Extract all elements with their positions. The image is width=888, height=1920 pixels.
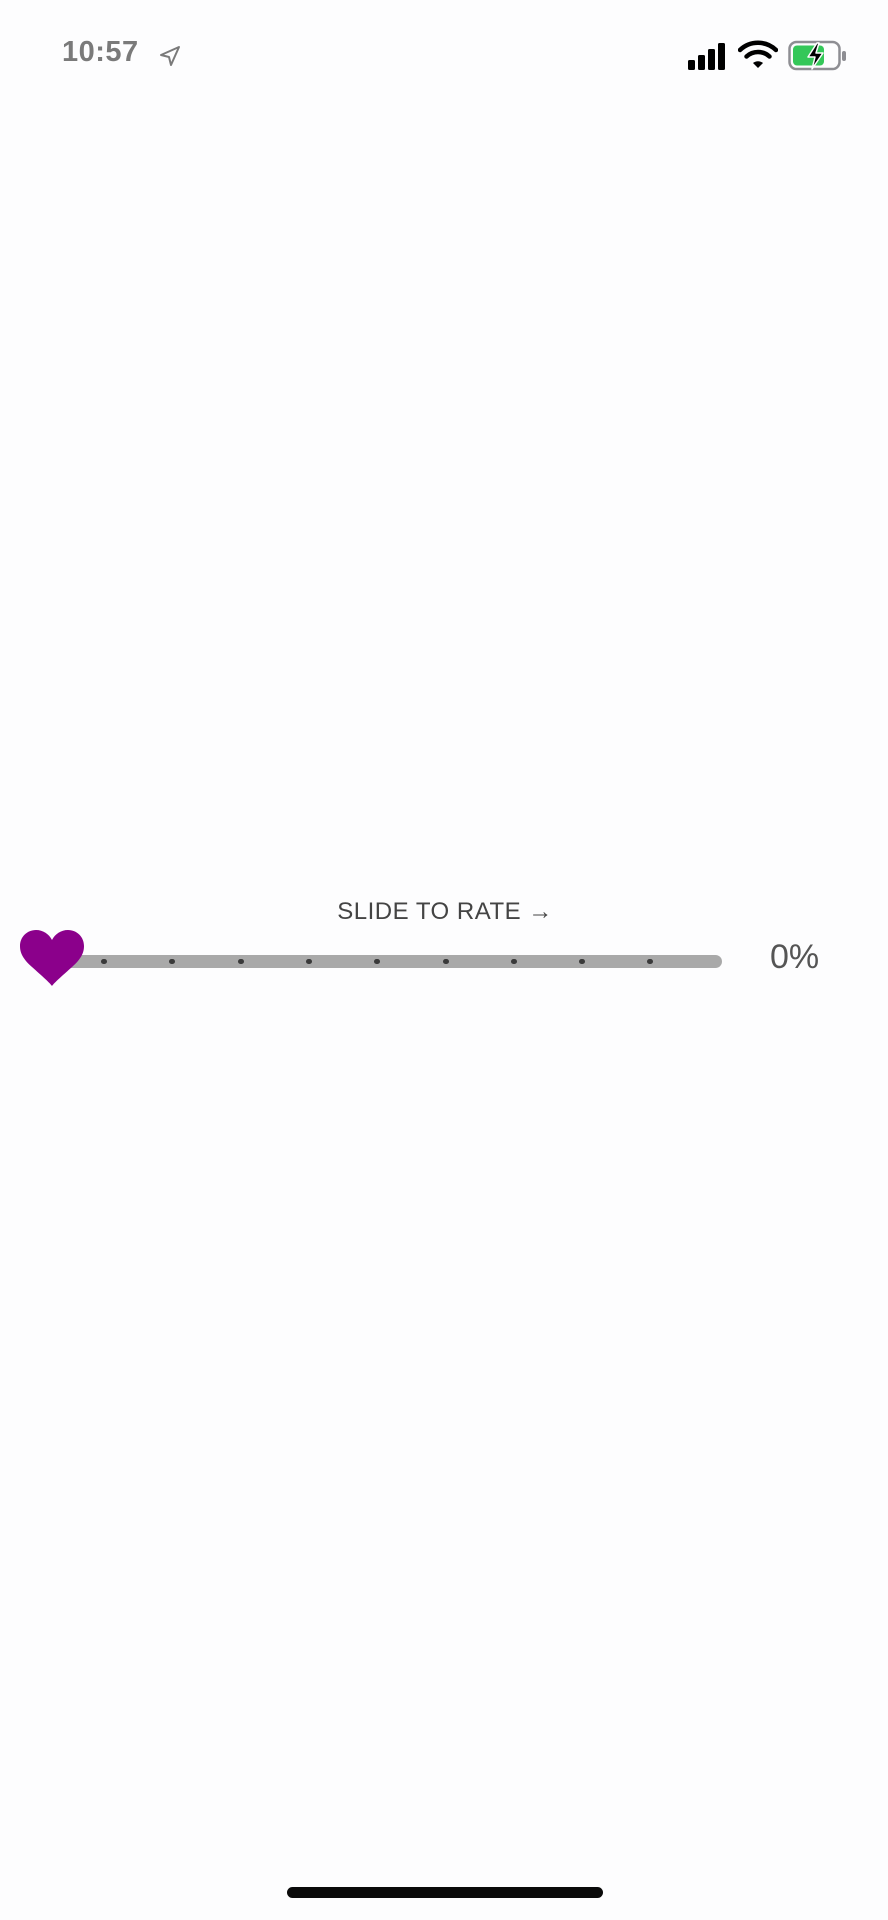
slider-tick [374,959,381,964]
slider-tick [647,959,654,964]
slider-tick [101,959,107,964]
app-screen: 10:57 SLIDE TO RATE → 0% [0,0,888,1920]
slider-tick [510,959,517,964]
wifi-icon [738,40,778,68]
battery-charging-icon [788,40,846,71]
location-arrow-icon [160,46,180,66]
status-bar: 10:57 [0,0,888,110]
rating-slider[interactable] [20,930,730,990]
slide-to-rate-label: SLIDE TO RATE → [337,898,553,925]
slider-tick [169,959,176,964]
home-indicator[interactable] [287,1887,603,1898]
slider-tick [442,959,449,964]
slider-tick [237,959,244,964]
slider-track[interactable] [60,955,722,968]
heart-icon[interactable] [20,930,84,988]
slider-tick [305,959,312,964]
slider-tick [579,959,586,964]
status-time: 10:57 [62,36,139,68]
rating-value: 0% [770,938,820,976]
cellular-signal-icon [688,43,725,70]
